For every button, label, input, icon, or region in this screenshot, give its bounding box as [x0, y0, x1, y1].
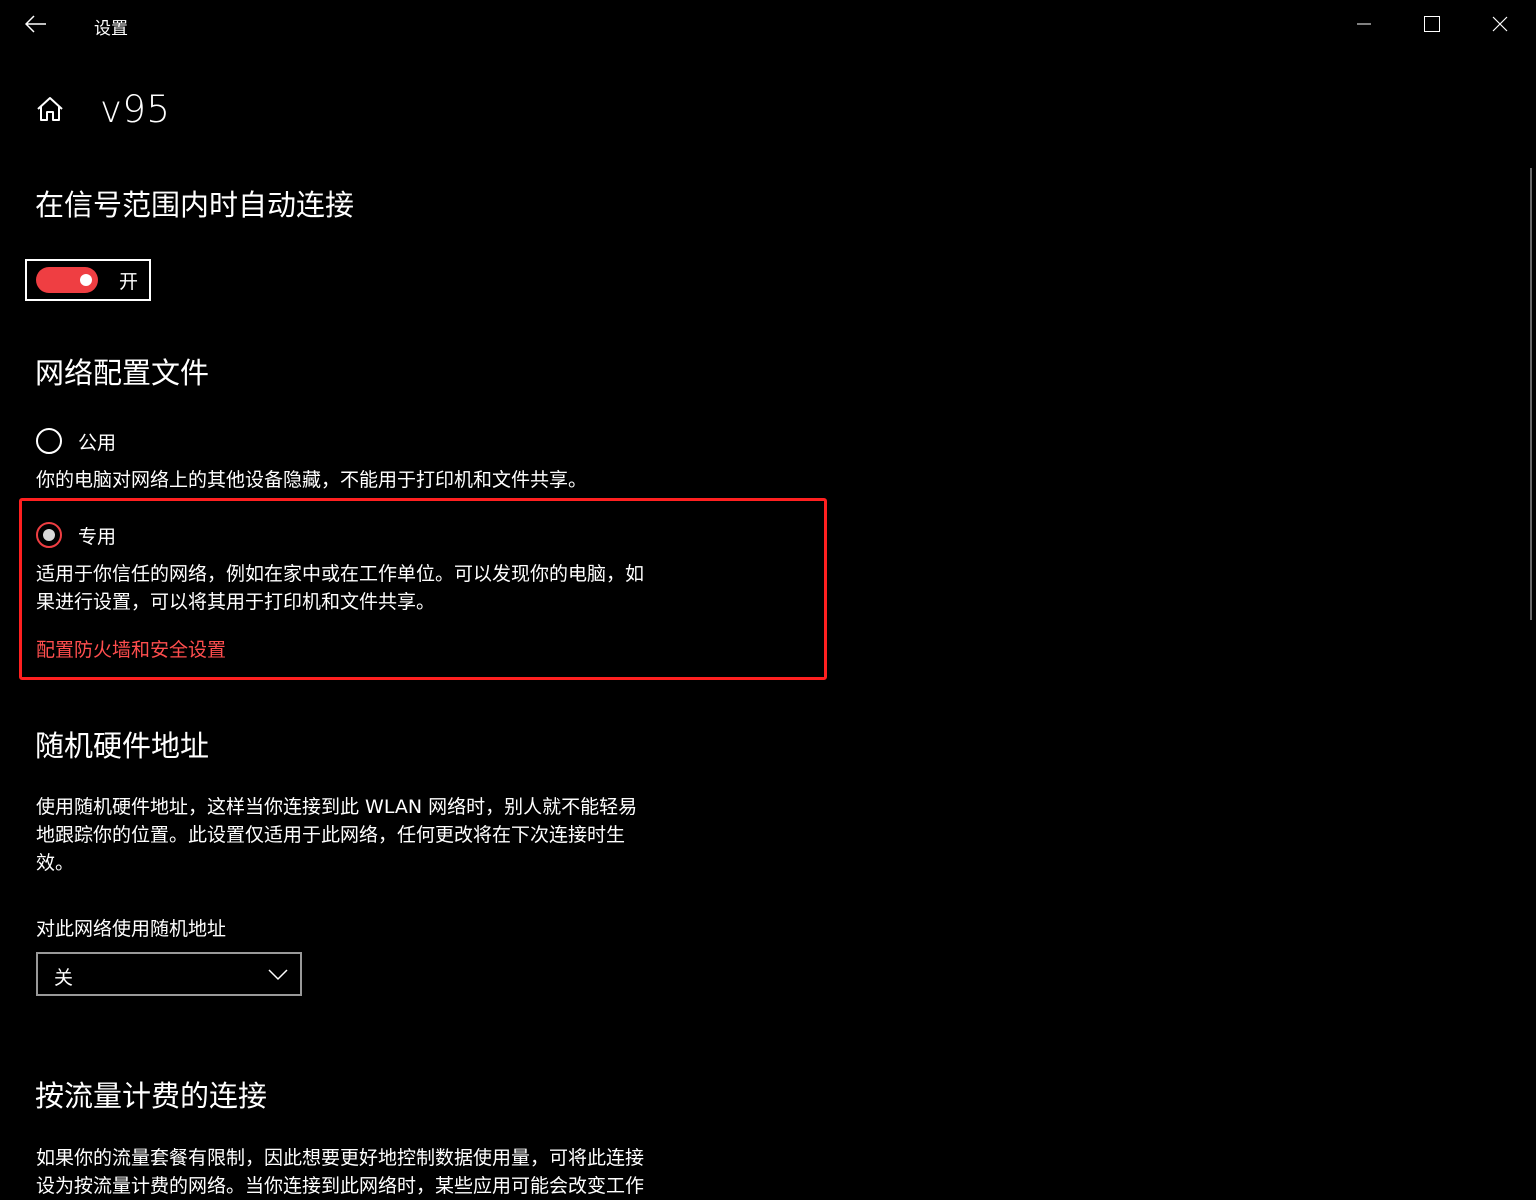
- scrollbar[interactable]: [1530, 168, 1532, 620]
- page-title: v95: [100, 87, 171, 131]
- firewall-settings-link[interactable]: 配置防火墙和安全设置: [36, 635, 226, 662]
- radio-private[interactable]: 专用: [36, 520, 116, 550]
- random-address-dropdown[interactable]: 关: [36, 952, 302, 996]
- metered-heading: 按流量计费的连接: [35, 1079, 268, 1113]
- auto-connect-toggle[interactable]: 开: [25, 259, 151, 301]
- auto-connect-heading: 在信号范围内时自动连接: [35, 188, 355, 222]
- close-button[interactable]: [1466, 0, 1534, 48]
- radio-public[interactable]: 公用: [36, 426, 116, 456]
- dropdown-value: 关: [54, 967, 74, 989]
- private-description: 适用于你信任的网络，例如在家中或在工作单位。可以发现你的电脑，如 果进行设置，可…: [36, 560, 716, 616]
- back-button[interactable]: [14, 8, 58, 40]
- random-hw-heading: 随机硬件地址: [35, 729, 210, 763]
- random-hw-description: 使用随机硬件地址，这样当你连接到此 WLAN 网络时，别人就不能轻易 地跟踪你的…: [36, 793, 716, 877]
- home-button[interactable]: [32, 91, 68, 127]
- random-hw-description-line2: 地跟踪你的位置。此设置仅适用于此网络，任何更改将在下次连接时生: [36, 824, 626, 846]
- private-description-line1: 适用于你信任的网络，例如在家中或在工作单位。可以发现你的电脑，如: [36, 563, 645, 585]
- random-hw-description-line1: 使用随机硬件地址，这样当你连接到此 WLAN 网络时，别人就不能轻易: [36, 796, 638, 818]
- chevron-down-icon: [268, 969, 288, 981]
- close-icon: [1492, 16, 1508, 32]
- toggle-label: 开: [119, 271, 139, 293]
- radio-label-public: 公用: [78, 431, 117, 454]
- arrow-left-icon: [25, 15, 46, 33]
- radio-button-public[interactable]: [36, 428, 62, 454]
- minimize-button[interactable]: [1330, 0, 1398, 48]
- title-bar: 设置: [0, 0, 1536, 48]
- metered-description-line1: 如果你的流量套餐有限制，因此想要更好地控制数据使用量，可将此连接: [36, 1147, 645, 1169]
- toggle-knob: [80, 274, 92, 286]
- toggle-track[interactable]: [36, 267, 98, 293]
- home-icon: [37, 97, 63, 121]
- radio-label-private: 专用: [78, 525, 117, 548]
- maximize-button[interactable]: [1398, 0, 1466, 48]
- metered-description-line2: 设为按流量计费的网络。当你连接到此网络时，某些应用可能会改变工作: [36, 1175, 645, 1197]
- minimize-icon: [1357, 23, 1371, 25]
- metered-description: 如果你的流量套餐有限制，因此想要更好地控制数据使用量，可将此连接 设为按流量计费…: [36, 1144, 716, 1200]
- network-profile-heading: 网络配置文件: [35, 356, 210, 390]
- radio-button-private[interactable]: [36, 522, 62, 548]
- random-address-label: 对此网络使用随机地址: [36, 918, 227, 940]
- maximize-icon: [1424, 16, 1440, 32]
- app-title: 设置: [94, 19, 128, 39]
- random-hw-description-line3: 效。: [36, 852, 75, 874]
- public-description: 你的电脑对网络上的其他设备隐藏，不能用于打印机和文件共享。: [36, 469, 588, 491]
- private-description-line2: 果进行设置，可以将其用于打印机和文件共享。: [36, 591, 436, 613]
- page-header: v95: [32, 84, 170, 134]
